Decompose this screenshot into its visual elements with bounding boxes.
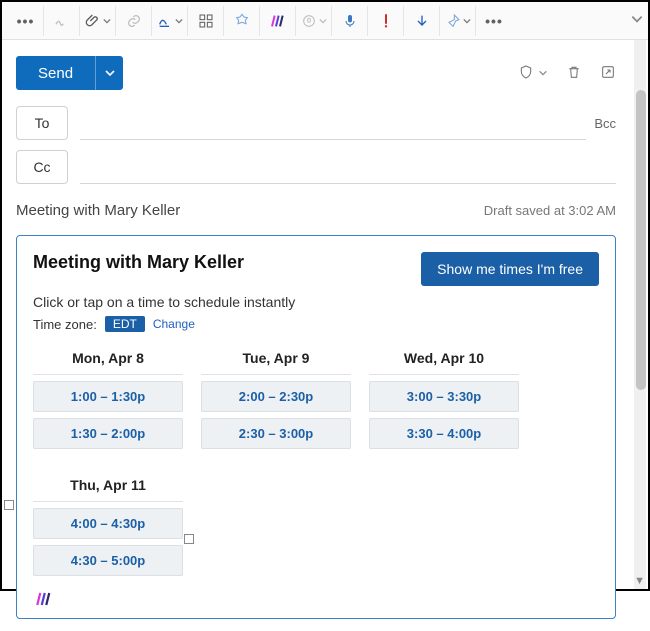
scrollbar-thumb[interactable]	[636, 90, 646, 390]
subject-text[interactable]: Meeting with Mary Keller	[16, 202, 180, 219]
collapse-ribbon-icon[interactable]	[630, 12, 644, 26]
day-header: Wed, Apr 10	[369, 346, 519, 375]
attach-icon[interactable]	[80, 6, 116, 36]
bcc-toggle[interactable]: Bcc	[594, 116, 616, 131]
ink-icon[interactable]	[152, 6, 188, 36]
link-icon[interactable]	[116, 6, 152, 36]
send-dropdown[interactable]	[95, 56, 123, 90]
popout-icon[interactable]	[600, 64, 616, 83]
time-slot[interactable]: 4:00 – 4:30p	[33, 508, 183, 539]
cc-input[interactable]	[80, 150, 616, 184]
time-slot[interactable]: 3:00 – 3:30p	[369, 381, 519, 412]
timezone-chip[interactable]: EDT	[105, 316, 145, 332]
timezone-row: Time zone: EDT Change	[33, 316, 599, 332]
arrow-down-icon[interactable]	[404, 6, 440, 36]
send-button[interactable]: Send	[16, 56, 95, 90]
broom-icon[interactable]	[440, 6, 476, 36]
time-slot[interactable]: 1:00 – 1:30p	[33, 381, 183, 412]
day-header: Mon, Apr 8	[33, 346, 183, 375]
timezone-change-link[interactable]: Change	[153, 317, 195, 331]
more-icon-right[interactable]: •••	[476, 6, 512, 36]
time-slot[interactable]: 3:30 – 4:00p	[369, 418, 519, 449]
wave-logo-icon	[33, 590, 599, 608]
time-slot[interactable]: 4:30 – 5:00p	[33, 545, 183, 576]
mic-icon[interactable]	[332, 6, 368, 36]
shield-icon[interactable]	[518, 64, 534, 83]
time-slot[interactable]: 2:30 – 3:00p	[201, 418, 351, 449]
toolbar: ••• •••	[2, 2, 648, 40]
day-column: Thu, Apr 11 4:00 – 4:30p 4:30 – 5:00p	[33, 473, 183, 582]
important-icon[interactable]	[368, 6, 404, 36]
delete-icon[interactable]	[566, 64, 582, 83]
compose-area: ▼ Send	[2, 40, 648, 589]
show-free-times-button[interactable]: Show me times I'm free	[421, 252, 599, 286]
day-header: Tue, Apr 9	[201, 346, 351, 375]
to-input[interactable]	[80, 106, 586, 140]
time-slot[interactable]: 2:00 – 2:30p	[201, 381, 351, 412]
timezone-label: Time zone:	[33, 317, 97, 332]
day-column: Wed, Apr 10 3:00 – 3:30p 3:30 – 4:00p	[369, 346, 519, 455]
days-grid: Mon, Apr 8 1:00 – 1:30p 1:30 – 2:00p Tue…	[33, 346, 599, 582]
card-subtitle: Click or tap on a time to schedule insta…	[33, 294, 599, 310]
apps-icon[interactable]	[188, 6, 224, 36]
selection-handle[interactable]	[184, 534, 194, 544]
selection-handle[interactable]	[4, 500, 14, 510]
dictate-icon[interactable]	[296, 6, 332, 36]
scroll-down-icon[interactable]: ▼	[634, 575, 645, 587]
draft-status: Draft saved at 3:02 AM	[484, 203, 616, 218]
signature-icon[interactable]	[44, 6, 80, 36]
meeting-card: Meeting with Mary Keller Show me times I…	[16, 235, 616, 619]
addin-icon[interactable]	[224, 6, 260, 36]
send-button-group: Send	[16, 56, 123, 90]
to-button[interactable]: To	[16, 106, 68, 140]
shield-chevron-icon[interactable]	[538, 68, 548, 78]
card-title: Meeting with Mary Keller	[33, 252, 244, 273]
more-icon[interactable]: •••	[8, 6, 44, 36]
day-column: Tue, Apr 9 2:00 – 2:30p 2:30 – 3:00p	[201, 346, 351, 455]
day-header: Thu, Apr 11	[33, 473, 183, 502]
wave-icon[interactable]	[260, 6, 296, 36]
cc-button[interactable]: Cc	[16, 150, 68, 184]
day-column: Mon, Apr 8 1:00 – 1:30p 1:30 – 2:00p	[33, 346, 183, 455]
time-slot[interactable]: 1:30 – 2:00p	[33, 418, 183, 449]
